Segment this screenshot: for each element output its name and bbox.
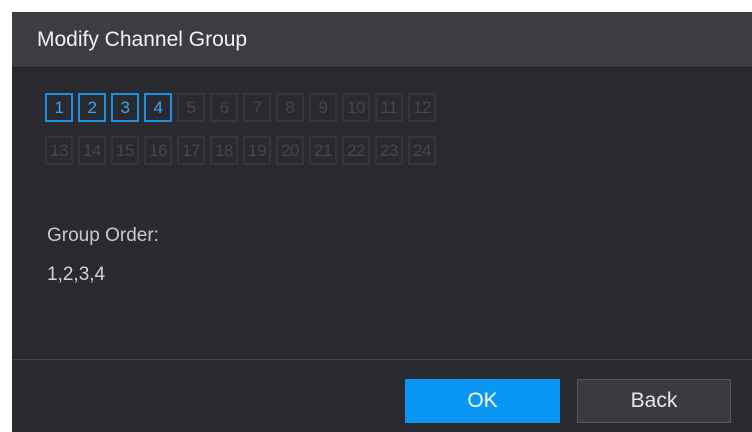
channel-checkbox[interactable]: 17 — [177, 136, 205, 165]
channel-checkbox[interactable]: 15 — [111, 136, 139, 165]
footer-divider — [12, 359, 752, 360]
channel-checkbox[interactable]: 9 — [309, 93, 337, 122]
channel-grid: 1 2 3 4 5 6 7 8 9 10 11 12 13 14 15 16 1… — [45, 93, 565, 179]
dialog-title: Modify Channel Group — [37, 28, 248, 51]
channel-checkbox[interactable]: 24 — [408, 136, 436, 165]
back-button[interactable]: Back — [577, 379, 731, 423]
channel-checkbox[interactable]: 14 — [78, 136, 106, 165]
channel-checkbox[interactable]: 1 — [45, 93, 73, 122]
channel-checkbox[interactable]: 2 — [78, 93, 106, 122]
channel-checkbox[interactable]: 3 — [111, 93, 139, 122]
channel-row-2: 13 14 15 16 17 18 19 20 21 22 23 24 — [45, 136, 565, 169]
channel-checkbox[interactable]: 7 — [243, 93, 271, 122]
channel-checkbox[interactable]: 18 — [210, 136, 238, 165]
dialog-title-bar: Modify Channel Group — [12, 12, 752, 68]
channel-checkbox[interactable]: 23 — [375, 136, 403, 165]
channel-checkbox[interactable]: 5 — [177, 93, 205, 122]
channel-checkbox[interactable]: 6 — [210, 93, 238, 122]
group-order-label: Group Order: — [47, 225, 159, 246]
channel-checkbox[interactable]: 20 — [276, 136, 304, 165]
channel-checkbox[interactable]: 12 — [408, 93, 436, 122]
ok-button[interactable]: OK — [405, 379, 560, 423]
channel-checkbox[interactable]: 21 — [309, 136, 337, 165]
channel-checkbox[interactable]: 10 — [342, 93, 370, 122]
group-order-value: 1,2,3,4 — [47, 264, 106, 285]
channel-checkbox[interactable]: 22 — [342, 136, 370, 165]
channel-checkbox[interactable]: 8 — [276, 93, 304, 122]
channel-checkbox[interactable]: 4 — [144, 93, 172, 122]
channel-checkbox[interactable]: 13 — [45, 136, 73, 165]
channel-row-1: 1 2 3 4 5 6 7 8 9 10 11 12 — [45, 93, 565, 126]
modify-channel-group-dialog: Modify Channel Group 1 2 3 4 5 6 7 8 9 1… — [12, 12, 752, 432]
channel-checkbox[interactable]: 16 — [144, 136, 172, 165]
channel-checkbox[interactable]: 19 — [243, 136, 271, 165]
channel-checkbox[interactable]: 11 — [375, 93, 403, 122]
